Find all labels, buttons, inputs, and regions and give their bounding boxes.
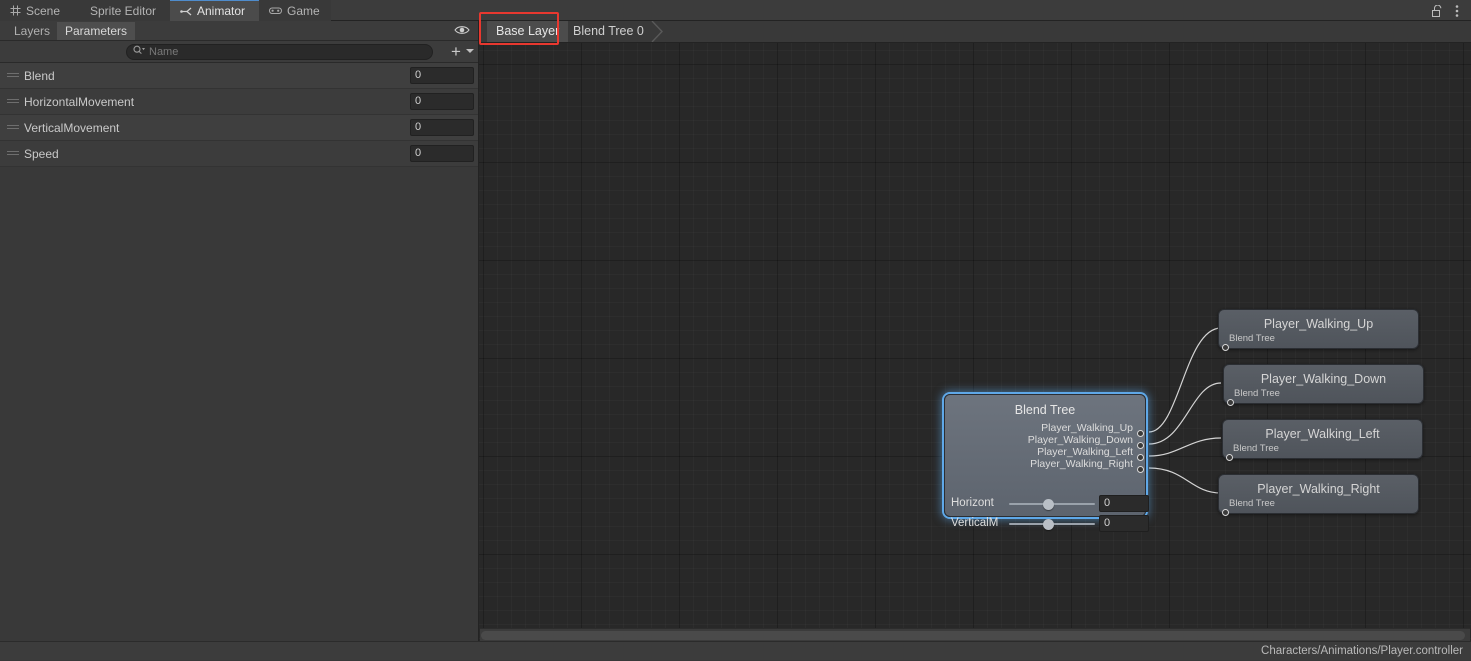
breadcrumb-chevron-icon — [651, 21, 665, 42]
table-row[interactable]: HorizontalMovement 0 — [0, 89, 478, 115]
lock-open-icon[interactable] — [1429, 3, 1445, 19]
state-node-player-walking-left[interactable]: Player_Walking_Left Blend Tree — [1222, 419, 1423, 461]
output-port[interactable] — [1137, 442, 1144, 449]
breadcrumb-item-label: Base Layer — [496, 24, 560, 38]
tab-game-label: Game — [287, 3, 320, 18]
graph-horizontal-scrollbar[interactable] — [480, 628, 1470, 641]
parameter-list-empty-area — [0, 167, 478, 660]
tab-sprite-editor[interactable]: Sprite Editor — [76, 0, 170, 21]
input-port[interactable] — [1222, 344, 1229, 351]
state-node-player-walking-down[interactable]: Player_Walking_Down Blend Tree — [1223, 364, 1424, 406]
state-node-subtitle: Blend Tree — [1233, 443, 1279, 454]
output-port[interactable] — [1137, 454, 1144, 461]
search-icon — [133, 45, 145, 59]
parameter-name: HorizontalMovement — [24, 95, 135, 109]
input-port[interactable] — [1227, 399, 1234, 406]
kebab-menu-icon[interactable] — [1449, 3, 1465, 19]
parameter-value-field[interactable]: 0 — [410, 119, 474, 136]
table-row[interactable]: Speed 0 — [0, 141, 478, 167]
add-parameter-button[interactable]: + — [448, 43, 464, 60]
tab-game[interactable]: Game — [259, 0, 331, 21]
tab-parameters-label: Parameters — [65, 24, 128, 38]
drag-handle-icon[interactable] — [7, 151, 19, 157]
drag-handle-icon[interactable] — [7, 125, 19, 131]
drag-handle-icon[interactable] — [7, 73, 19, 79]
blend-parameter-value-field[interactable]: 0 — [1099, 495, 1149, 512]
grid-icon — [10, 5, 21, 16]
search-input[interactable]: Name — [126, 44, 433, 60]
controller-path-label: Characters/Animations/Player.controller — [1261, 645, 1463, 657]
parameter-name: Blend — [24, 69, 55, 83]
slider-thumb[interactable] — [1043, 519, 1054, 530]
parameter-value-field[interactable]: 0 — [410, 145, 474, 162]
blend-tree-motion: Player_Walking_Up — [1041, 422, 1133, 434]
parameter-name: VerticalMovement — [24, 121, 120, 135]
blend-parameter-value-field[interactable]: 0 — [1099, 515, 1149, 532]
tab-layers-label: Layers — [14, 24, 51, 38]
breadcrumb-item-blend-tree-0[interactable]: Blend Tree 0 — [564, 21, 653, 42]
input-port[interactable] — [1222, 509, 1229, 516]
parameter-list: Blend 0 HorizontalMovement 0 VerticalMov… — [0, 63, 478, 167]
blend-tree-motion-list: Player_Walking_Up Player_Walking_Down Pl… — [1028, 422, 1133, 470]
state-node-title: Player_Walking_Up — [1263, 317, 1374, 331]
tab-sprite-editor-label: Sprite Editor — [89, 3, 157, 18]
state-node-player-walking-up[interactable]: Player_Walking_Up Blend Tree — [1218, 309, 1419, 351]
slider-thumb[interactable] — [1043, 499, 1054, 510]
parameter-name: Speed — [24, 147, 59, 161]
state-node-subtitle: Blend Tree — [1229, 498, 1275, 509]
scrollbar-thumb[interactable] — [481, 631, 1465, 640]
eye-icon[interactable] — [454, 24, 470, 38]
blend-parameter-slider-row[interactable]: Horizont 0 — [951, 495, 1149, 512]
blend-tree-motion: Player_Walking_Right — [1030, 458, 1133, 470]
blend-parameter-label: Horizont — [951, 497, 994, 509]
breadcrumb-item-label: Blend Tree 0 — [573, 24, 644, 38]
state-node-title: Player_Walking_Right — [1257, 482, 1380, 496]
tab-layers[interactable]: Layers — [6, 22, 58, 40]
input-port[interactable] — [1226, 454, 1233, 461]
table-row[interactable]: Blend 0 — [0, 63, 478, 89]
status-bar: Characters/Animations/Player.controller — [0, 641, 1471, 660]
tab-scene[interactable]: Scene — [0, 0, 76, 21]
layers-parameters-tabbar: Layers Parameters — [0, 21, 478, 41]
blend-parameter-label: VerticalM — [951, 517, 999, 529]
state-node-title: Player_Walking_Left — [1265, 427, 1380, 441]
parameter-value-field[interactable]: 0 — [410, 67, 474, 84]
tab-parameters[interactable]: Parameters — [57, 22, 136, 40]
blend-tree-motion: Player_Walking_Down — [1027, 434, 1133, 446]
drag-handle-icon[interactable] — [7, 99, 19, 105]
bone-icon — [180, 6, 192, 17]
blend-parameter-slider-row[interactable]: VerticalM 0 — [951, 515, 1149, 532]
search-placeholder: Name — [149, 46, 179, 58]
tab-scene-label: Scene — [26, 3, 61, 18]
output-port[interactable] — [1137, 466, 1144, 473]
chevron-down-icon[interactable] — [466, 49, 474, 53]
blend-tree-node[interactable]: Blend Tree Player_Walking_Up Player_Walk… — [944, 394, 1149, 532]
gamepad-icon — [269, 6, 282, 15]
tab-animator[interactable]: Animator — [170, 0, 259, 21]
breadcrumb-item-base-layer[interactable]: Base Layer — [487, 21, 569, 42]
breadcrumb: Base Layer Blend Tree 0 — [479, 21, 1471, 43]
state-node-title: Player_Walking_Down — [1260, 372, 1387, 386]
output-port[interactable] — [1137, 430, 1144, 437]
animator-window: Scene Sprite Editor Animator Game Layers… — [0, 0, 1471, 660]
animator-left-panel: Layers Parameters Name + Blend 0 Horizon… — [0, 21, 479, 660]
animator-graph-canvas[interactable]: Blend Tree Player_Walking_Up Player_Walk… — [479, 21, 1471, 660]
tab-animator-label: Animator — [197, 4, 246, 18]
state-node-subtitle: Blend Tree — [1234, 388, 1280, 399]
editor-tab-bar: Scene Sprite Editor Animator Game — [0, 0, 1471, 21]
parameter-search-row: Name + — [0, 41, 478, 63]
state-node-subtitle: Blend Tree — [1229, 333, 1275, 344]
state-node-player-walking-right[interactable]: Player_Walking_Right Blend Tree — [1218, 474, 1419, 516]
blend-tree-node-title: Blend Tree — [1014, 403, 1076, 417]
parameter-value-field[interactable]: 0 — [410, 93, 474, 110]
blend-tree-motion: Player_Walking_Left — [1037, 446, 1133, 458]
table-row[interactable]: VerticalMovement 0 — [0, 115, 478, 141]
